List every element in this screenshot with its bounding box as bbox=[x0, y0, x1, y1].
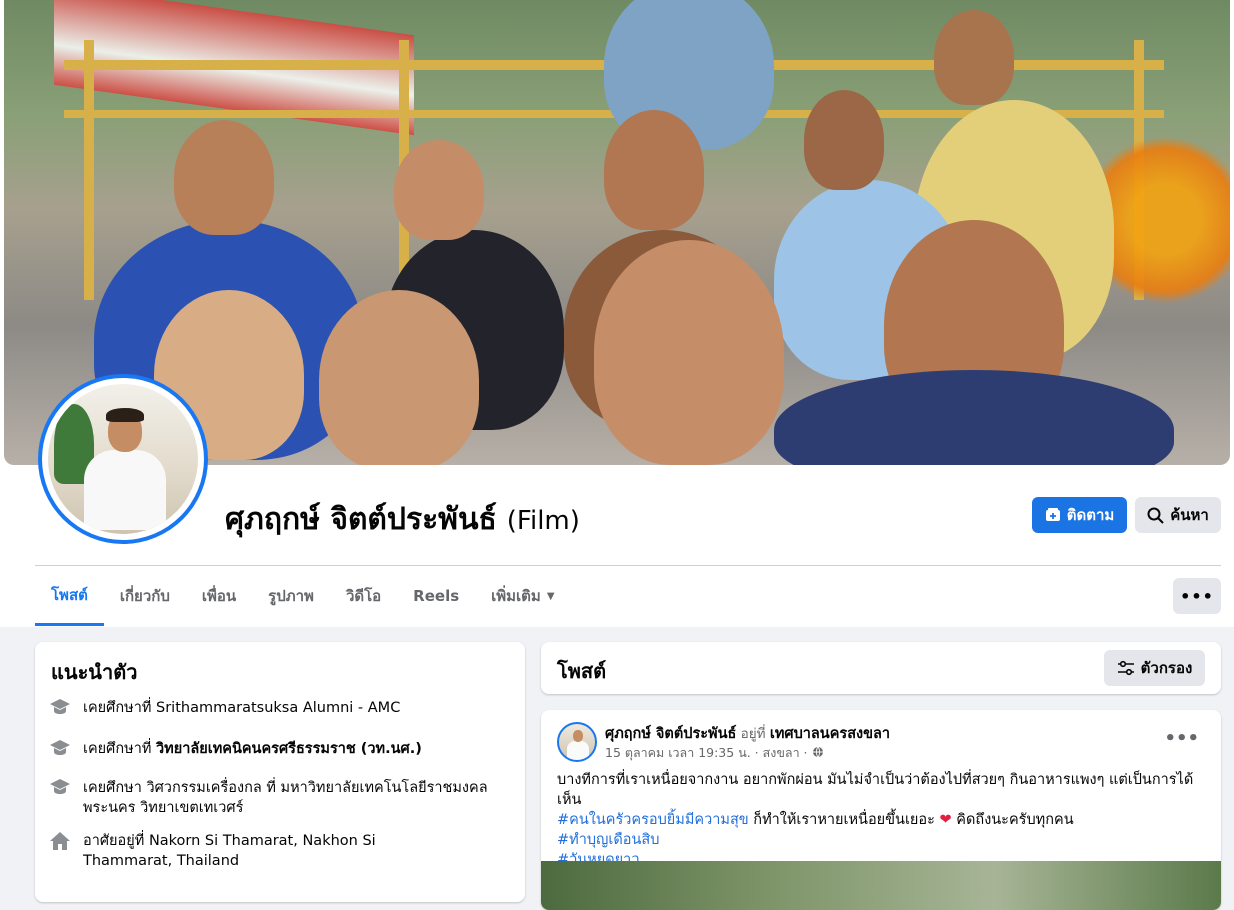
tab-videos[interactable]: วิดีโอ bbox=[330, 566, 397, 626]
graduation-cap-icon bbox=[49, 698, 71, 720]
post-author-line: ศุภฤกษ์ จิตต์ประพันธ์ อยู่ที่ เทศบาลนครส… bbox=[605, 722, 890, 745]
intro-prefix: เคยศึกษาที่ bbox=[83, 700, 157, 716]
cover-photo[interactable] bbox=[4, 0, 1230, 465]
post-at-label: อยู่ที่ bbox=[736, 726, 770, 742]
filter-icon bbox=[1117, 660, 1134, 676]
filter-label: ตัวกรอง bbox=[1140, 659, 1193, 677]
heart-icon: ❤ bbox=[939, 812, 952, 828]
post-timestamp[interactable]: 15 ตุลาคม เวลา 19:35 น. · สงขลา · bbox=[605, 745, 808, 760]
intro-link[interactable]: Srithammaratsuksa Alumni - AMC bbox=[156, 700, 400, 716]
post-author-avatar[interactable] bbox=[557, 722, 597, 762]
post-image[interactable] bbox=[541, 861, 1221, 910]
tab-posts[interactable]: โพสต์ bbox=[35, 566, 104, 626]
intro-prefix: เคยศึกษา bbox=[83, 780, 147, 796]
tab-label: เพิ่มเติม bbox=[491, 587, 541, 605]
post-line-2-tail: คิดถึงนะครับทุกคน bbox=[951, 812, 1074, 828]
posts-title: โพสต์ bbox=[557, 659, 607, 683]
tab-friends[interactable]: เพื่อน bbox=[186, 566, 252, 626]
post-text: บางทีการที่เราเหนื่อยจากงาน อยากพักผ่อน … bbox=[557, 770, 1212, 870]
post-author-name[interactable]: ศุภฤกษ์ จิตต์ประพันธ์ bbox=[605, 726, 736, 742]
intro-link[interactable]: วิทยาลัยเทคนิคนครศรีธรรมราช (วท.นศ.) bbox=[156, 741, 422, 757]
tab-about[interactable]: เกี่ยวกับ bbox=[104, 566, 186, 626]
post-line-1: บางทีการที่เราเหนื่อยจากงาน อยากพักผ่อน … bbox=[557, 772, 1194, 808]
post-location[interactable]: เทศบาลนครสงขลา bbox=[770, 726, 890, 742]
posts-header: โพสต์ ตัวกรอง bbox=[541, 642, 1221, 694]
search-button[interactable]: ค้นหา bbox=[1135, 497, 1221, 533]
tab-photos[interactable]: รูปภาพ bbox=[252, 566, 330, 626]
chevron-down-icon: ▼ bbox=[546, 590, 555, 602]
intro-title: แนะนำตัว bbox=[51, 660, 138, 684]
profile-name: ศุภฤกษ์ จิตต์ประพันธ์ (Film) bbox=[225, 496, 580, 543]
profile-avatar[interactable] bbox=[38, 374, 208, 544]
follow-label: ติดตาม bbox=[1066, 506, 1115, 524]
globe-icon bbox=[812, 746, 823, 758]
post-card: ศุภฤกษ์ จิตต์ประพันธ์ อยู่ที่ เทศบาลนครส… bbox=[541, 710, 1221, 910]
search-icon bbox=[1147, 507, 1164, 524]
tab-more[interactable]: เพิ่มเติม ▼ bbox=[475, 566, 570, 626]
post-meta: 15 ตุลาคม เวลา 19:35 น. · สงขลา · bbox=[605, 743, 824, 763]
intro-card: แนะนำตัว เคยศึกษาที่ Srithammaratsuksa A… bbox=[35, 642, 525, 902]
tab-label: วิดีโอ bbox=[345, 587, 382, 605]
tab-label: โพสต์ bbox=[51, 585, 88, 604]
post-options-button[interactable]: ••• bbox=[1164, 728, 1199, 749]
profile-alt-name: (Film) bbox=[506, 506, 580, 536]
tab-label: เกี่ยวกับ bbox=[119, 587, 170, 605]
intro-education-2: เคยศึกษาที่ วิทยาลัยเทคนิคนครศรีธรรมราช … bbox=[49, 739, 422, 761]
intro-prefix: เคยศึกษาที่ bbox=[83, 741, 157, 757]
avatar-photo bbox=[48, 384, 198, 534]
filter-button[interactable]: ตัวกรอง bbox=[1104, 650, 1205, 686]
profile-header: ศุภฤกษ์ จิตต์ประพันธ์ (Film) ติดตาม ค้นหา… bbox=[0, 0, 1234, 627]
tab-label: รูปภาพ bbox=[268, 587, 314, 605]
intro-prefix: อาศัยอยู่ที่ bbox=[83, 833, 149, 849]
tab-label: Reels bbox=[413, 587, 460, 605]
hashtag-link[interactable]: #ทำบุญเดือนสิบ bbox=[557, 830, 1212, 850]
search-label: ค้นหา bbox=[1170, 506, 1209, 524]
post-line-2: ก็ทำให้เราหายเหนื่อยขึ้นเยอะ bbox=[748, 812, 940, 828]
graduation-cap-icon bbox=[49, 778, 71, 800]
graduation-cap-icon bbox=[49, 739, 71, 761]
hashtag-link[interactable]: #คนในครัวครอบยิ้มมีความสุข bbox=[557, 812, 749, 828]
intro-education-1: เคยศึกษาที่ Srithammaratsuksa Alumni - A… bbox=[49, 698, 400, 720]
follow-icon bbox=[1045, 508, 1060, 521]
follow-button[interactable]: ติดตาม bbox=[1032, 497, 1127, 533]
home-icon bbox=[49, 831, 71, 853]
intro-lives-in: อาศัยอยู่ที่ Nakorn Si Thamarat, Nakhon … bbox=[49, 831, 469, 871]
tab-label: เพื่อน bbox=[201, 587, 237, 605]
more-dots-icon: ••• bbox=[1180, 586, 1214, 606]
more-options-button[interactable]: ••• bbox=[1173, 578, 1221, 614]
intro-education-3: เคยศึกษา วิศวกรรมเครื่องกล ที่ มหาวิทยาล… bbox=[49, 778, 489, 818]
profile-tabs: โพสต์ เกี่ยวกับ เพื่อน รูปภาพ วิดีโอ Ree… bbox=[35, 566, 571, 626]
profile-name-main: ศุภฤกษ์ จิตต์ประพันธ์ bbox=[225, 502, 497, 537]
tab-reels[interactable]: Reels bbox=[397, 566, 475, 626]
